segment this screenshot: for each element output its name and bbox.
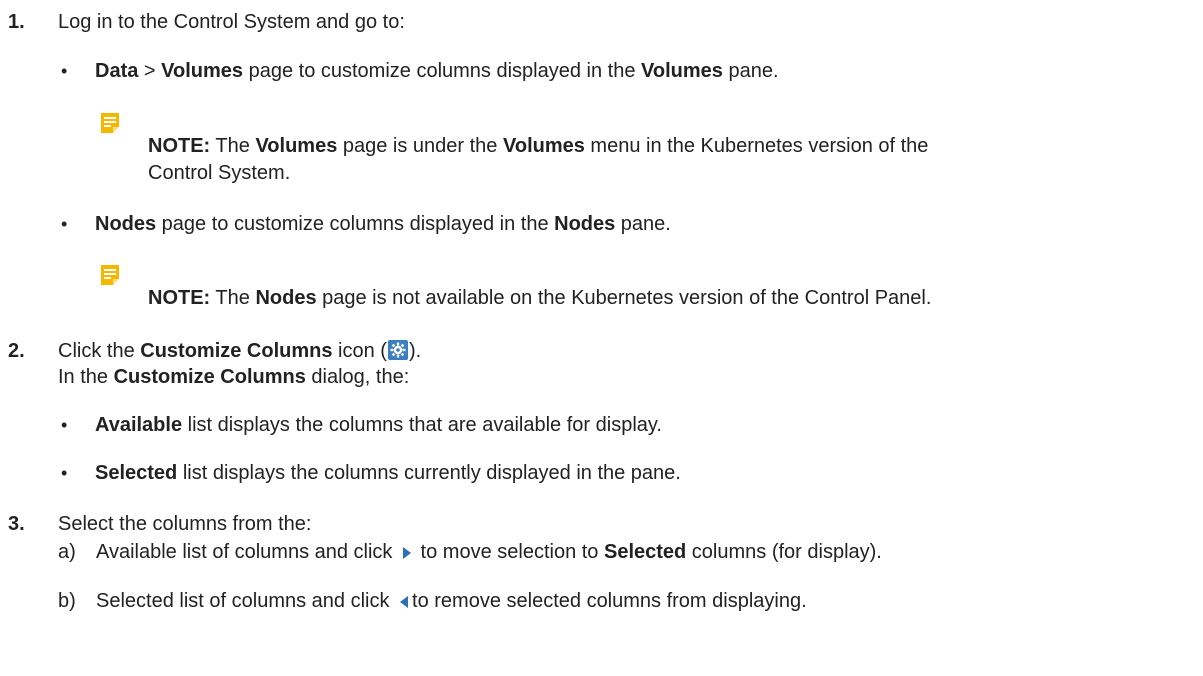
substep-b-text: Selected list of columns and click to re… — [96, 590, 807, 612]
right-arrow-icon — [403, 547, 411, 559]
step-2-number: 2. — [8, 340, 25, 362]
bullet-dot: • — [61, 463, 68, 483]
bullet-dot: • — [61, 61, 68, 81]
gear-icon — [387, 340, 408, 360]
substep-a-label: a) — [58, 541, 76, 563]
bullet-data-volumes: Data > Volumes page to customize columns… — [95, 60, 779, 82]
bullet-dot: • — [61, 214, 68, 234]
substep-a-text: Available list of columns and click to m… — [96, 541, 882, 563]
step-2-line-2: In the Customize Columns dialog, the: — [58, 366, 410, 388]
note-1-line-2: Control System. — [148, 162, 291, 184]
step-3-number: 3. — [8, 513, 25, 535]
note-1-line-1: NOTE: The Volumes page is under the Volu… — [148, 135, 929, 157]
bullet-nodes: Nodes page to customize columns displaye… — [95, 213, 671, 235]
step-1-number: 1. — [8, 11, 25, 33]
note-icon — [101, 113, 119, 133]
note-2-line: NOTE: The Nodes page is not available on… — [148, 287, 932, 309]
left-arrow-icon — [400, 596, 409, 608]
bullet-available: Available list displays the columns that… — [95, 414, 662, 436]
note-icon — [101, 265, 119, 285]
substep-b-label: b) — [58, 590, 76, 612]
step-2-line-1: Click the Customize Columns icon ( ). — [58, 340, 422, 362]
bullet-selected: Selected list displays the columns curre… — [95, 462, 681, 484]
bullet-dot: • — [61, 415, 68, 435]
step-3-text: Select the columns from the: — [58, 513, 312, 535]
step-1-text: Log in to the Control System and go to: — [58, 11, 405, 33]
